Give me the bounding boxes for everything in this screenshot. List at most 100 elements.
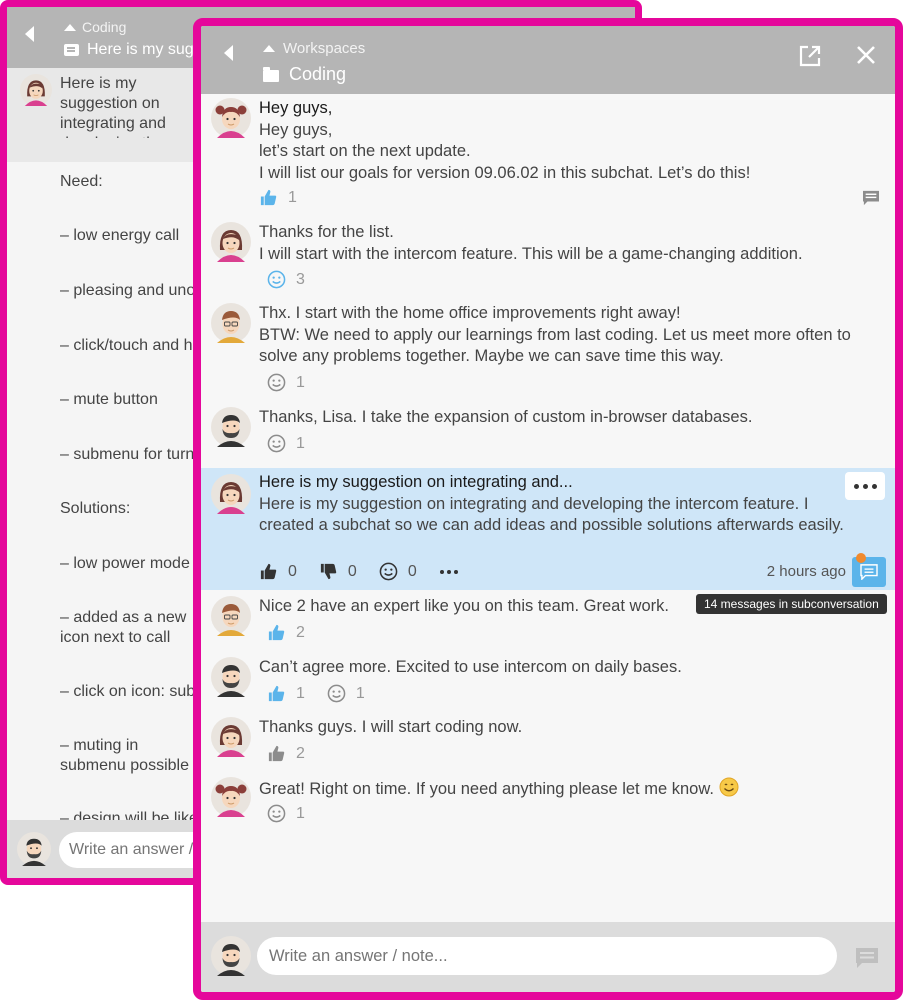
list-item: Need:	[60, 173, 103, 190]
thumbs-up-reaction[interactable]: 0	[259, 562, 297, 581]
unread-badge	[856, 553, 866, 563]
dot-icon	[871, 483, 877, 489]
message-item[interactable]: Can’t agree more. Excited to use interco…	[201, 653, 895, 713]
message-text: Great! Right on time. If you need anythi…	[259, 777, 881, 801]
thumbs-up-icon	[267, 684, 286, 703]
subchat-icon	[860, 564, 878, 580]
timestamp: 2 hours ago	[766, 563, 846, 580]
subchat-icon	[64, 44, 79, 56]
dot-icon	[853, 483, 859, 489]
smiley-reaction[interactable]: 1	[267, 373, 305, 392]
smiley-icon	[379, 562, 398, 581]
message-text: Thanks for the list. I will start with t…	[259, 223, 803, 263]
reactions: 3	[259, 270, 319, 289]
comment-send-icon[interactable]	[855, 947, 879, 969]
ellipsis-icon	[439, 569, 458, 574]
reactions: 1	[259, 373, 319, 392]
list-item: Solutions:	[60, 500, 131, 517]
thumbs-down-icon	[319, 562, 338, 581]
channel-title: Coding	[263, 64, 346, 85]
avatar	[211, 222, 251, 262]
window-title: Here is my sugg	[64, 41, 203, 59]
list-item: – click on icon: submenu	[60, 683, 200, 700]
avatar	[17, 832, 51, 866]
avatar	[211, 596, 251, 636]
message-text: Hey guys, Hey guys, let’s start on the n…	[259, 99, 751, 182]
reactions: 1	[259, 188, 311, 207]
avatar	[211, 657, 251, 697]
subconversation-button[interactable]	[852, 553, 886, 587]
message-text: Can’t agree more. Excited to use interco…	[259, 658, 682, 676]
thumbs-up-icon	[259, 188, 278, 207]
chat-header: Workspaces Coding	[201, 26, 895, 94]
message-item[interactable]: Thanks guys. I will start coding now. 2	[201, 713, 895, 773]
reactions: 1 1	[259, 684, 379, 703]
smiley-reaction[interactable]: 1	[327, 684, 365, 703]
thumbs-up-reaction[interactable]: 2	[267, 744, 305, 763]
smiley-reaction[interactable]: 1	[267, 434, 305, 453]
list-item: – added as a new icon next to call funct…	[60, 609, 187, 646]
subchat-icon[interactable]	[861, 190, 881, 206]
avatar	[211, 407, 251, 447]
avatar	[211, 474, 251, 514]
more-reactions-button[interactable]	[439, 569, 459, 575]
avatar	[211, 777, 251, 817]
avatar	[211, 98, 251, 138]
thumbs-up-reaction[interactable]: 2	[267, 623, 305, 642]
reactions: 2	[259, 744, 319, 763]
message-text: Here is my suggestion on integrating and…	[259, 473, 844, 534]
thumbs-up-reaction[interactable]: 1	[259, 188, 297, 207]
message-item[interactable]: Thanks for the list. I will start with t…	[201, 218, 895, 298]
message-item[interactable]: Great! Right on time. If you need anythi…	[201, 773, 895, 833]
list-item: – submenu for turning on/off	[60, 446, 200, 463]
thumbs-up-icon	[259, 562, 278, 581]
list-item: – mute button	[60, 391, 158, 408]
avatar	[211, 717, 251, 757]
list-item: – pleasing and unobtrusive sound	[60, 282, 200, 299]
message-text: Thanks guys. I will start coding now.	[259, 718, 523, 736]
thumbs-up-reaction[interactable]: 1	[267, 684, 305, 703]
list-item: – low power mode	[60, 555, 190, 572]
smiley-reaction[interactable]: 0	[379, 562, 417, 581]
open-external-icon[interactable]	[798, 44, 822, 68]
avatar	[211, 936, 251, 976]
reactions: 1	[259, 434, 319, 453]
back-arrow-icon[interactable]	[25, 26, 34, 42]
reactions: 0 0 0	[259, 562, 473, 581]
list-item: – muting in submenu possible at anytime.	[60, 737, 189, 774]
message-text: Thx. I start with the home office improv…	[259, 304, 851, 365]
subconversation-tooltip: 14 messages in subconversation	[696, 594, 887, 614]
smiley-reaction[interactable]: 3	[267, 270, 305, 289]
message-list: Hey guys, Hey guys, let’s start on the n…	[201, 94, 895, 922]
thumbs-up-icon	[267, 623, 286, 642]
message-item[interactable]: Hey guys, Hey guys, let’s start on the n…	[201, 94, 895, 212]
thumbs-down-reaction[interactable]: 0	[319, 562, 357, 581]
smiley-icon	[267, 804, 286, 823]
reactions: 2	[259, 623, 319, 642]
selected-message-item[interactable]: Here is my suggestion on integrating and…	[201, 468, 895, 590]
close-icon[interactable]	[855, 44, 877, 66]
smiley-icon	[267, 270, 286, 289]
smiley-icon	[267, 373, 286, 392]
message-item[interactable]: Thx. I start with the home office improv…	[201, 299, 895, 399]
caret-up-icon	[64, 23, 76, 31]
avatar	[20, 74, 52, 106]
breadcrumb[interactable]: Workspaces	[263, 40, 365, 57]
chat-window: Workspaces Coding Hey guys, Hey guys, le…	[193, 18, 903, 1000]
breadcrumb[interactable]: Coding	[64, 19, 126, 35]
answer-input[interactable]	[257, 937, 837, 975]
folder-icon	[263, 66, 279, 82]
message-text: Here is my suggestion on integrating and…	[60, 75, 166, 138]
dot-icon	[862, 483, 868, 489]
message-item[interactable]: Thanks, Lisa. I take the expansion of cu…	[201, 403, 895, 463]
back-arrow-icon[interactable]	[224, 45, 233, 61]
reactions: 1	[259, 804, 319, 823]
smiley-reaction[interactable]: 1	[267, 804, 305, 823]
avatar	[211, 303, 251, 343]
more-options-button[interactable]	[845, 472, 885, 500]
smiley-icon	[327, 684, 346, 703]
smiley-icon	[267, 434, 286, 453]
smiling-emoji-icon	[719, 777, 739, 797]
composer	[201, 922, 895, 992]
message-text: Thanks, Lisa. I take the expansion of cu…	[259, 408, 753, 426]
